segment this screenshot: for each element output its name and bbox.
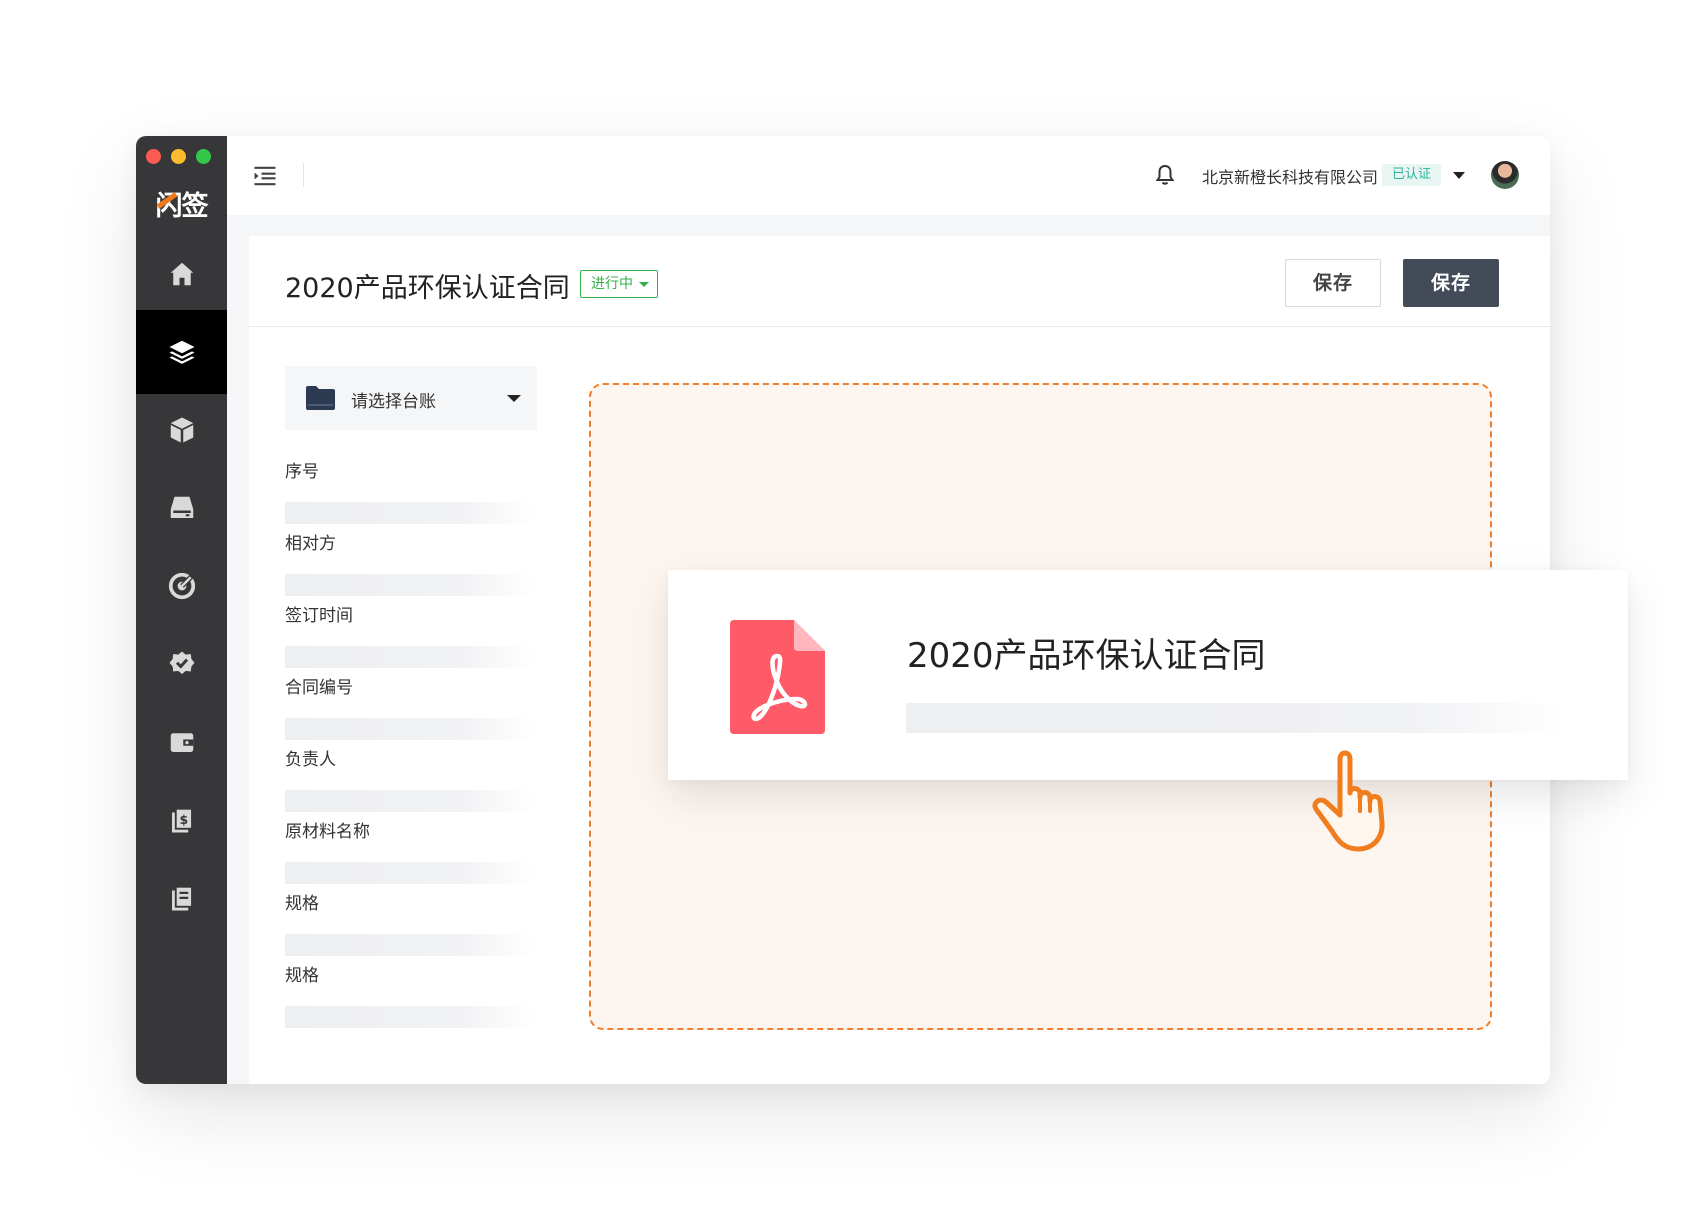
save-draft-button[interactable]: 保存 [1285,259,1381,307]
home-icon [170,262,193,286]
form-field: 签订时间 [285,604,537,668]
ledger-placeholder: 请选择台账 [351,392,436,412]
drive-icon [170,496,193,518]
pdf-icon [730,620,825,734]
field-label: 合同编号 [285,678,353,698]
form-field: 相对方 [285,532,537,596]
field-label: 相对方 [285,534,336,554]
status-caret-icon [639,282,649,287]
file-card[interactable]: 2020产品环保认证合同 [668,570,1628,780]
file-progress-placeholder [906,703,1566,733]
ledger-select[interactable]: 请选择台账 [285,366,537,430]
pointer-hand-icon [1312,750,1385,852]
maximize-window-button[interactable] [196,149,211,164]
field-label: 原材料名称 [285,822,370,842]
verified-badge-icon [169,651,194,674]
sidebar: 闪签 $ [136,136,227,1084]
topbar: 北京新橙长科技有限公司 已认证 [227,136,1550,215]
collapse-menu-icon[interactable] [251,162,279,190]
page-title: 2020产品环保认证合同 [285,273,570,304]
form-field: 负责人 [285,748,537,812]
status-label: 进行中 [591,276,633,292]
app-logo[interactable]: 闪签 [136,184,227,223]
sidebar-item-box[interactable] [136,388,227,472]
field-input[interactable] [285,934,535,956]
sidebar-item-invoice[interactable]: $ [136,778,227,862]
form-field: 规格 [285,892,537,956]
bell-icon[interactable] [1153,162,1177,188]
file-name: 2020产品环保认证合同 [907,636,1266,676]
field-label: 规格 [285,966,319,986]
sidebar-item-home[interactable] [136,232,227,316]
field-input[interactable] [285,790,535,812]
ledger-caret-icon [507,395,521,402]
target-icon [168,572,195,600]
page-header: 2020产品环保认证合同 进行中 保存 保存 [249,236,1550,327]
folder-icon [306,386,335,410]
sidebar-item-book[interactable] [136,856,227,940]
form-field: 序号 [285,460,537,524]
user-avatar[interactable] [1491,161,1519,189]
company-name[interactable]: 北京新橙长科技有限公司 [1202,164,1378,188]
window-controls [146,149,211,164]
topbar-divider [303,163,304,187]
field-label: 签订时间 [285,606,353,626]
svg-text:$: $ [179,812,188,827]
book-icon [171,885,193,911]
save-button[interactable]: 保存 [1403,259,1499,307]
sidebar-item-drive[interactable] [136,466,227,550]
sidebar-item-target[interactable] [136,544,227,628]
field-label: 负责人 [285,750,336,770]
field-label: 规格 [285,894,319,914]
field-label: 序号 [285,462,319,482]
logo-text: 闪签 [155,191,209,222]
sidebar-item-wallet[interactable] [136,700,227,784]
verified-badge: 已认证 [1382,164,1442,186]
status-dropdown[interactable]: 进行中 [580,270,658,298]
field-input[interactable] [285,502,535,524]
invoice-icon: $ [171,807,193,833]
layers-icon [169,340,194,364]
field-input[interactable] [285,646,535,668]
sidebar-item-verified[interactable] [136,622,227,706]
field-input[interactable] [285,862,535,884]
form-field: 原材料名称 [285,820,537,884]
sidebar-item-layers[interactable] [136,310,227,394]
field-input[interactable] [285,718,535,740]
form-field: 规格 [285,964,537,1028]
close-window-button[interactable] [146,149,161,164]
company-dropdown-icon[interactable] [1453,172,1465,179]
form-field: 合同编号 [285,676,537,740]
field-input[interactable] [285,1006,535,1028]
wallet-icon [170,733,193,752]
field-input[interactable] [285,574,535,596]
box-icon [170,417,193,443]
minimize-window-button[interactable] [171,149,186,164]
